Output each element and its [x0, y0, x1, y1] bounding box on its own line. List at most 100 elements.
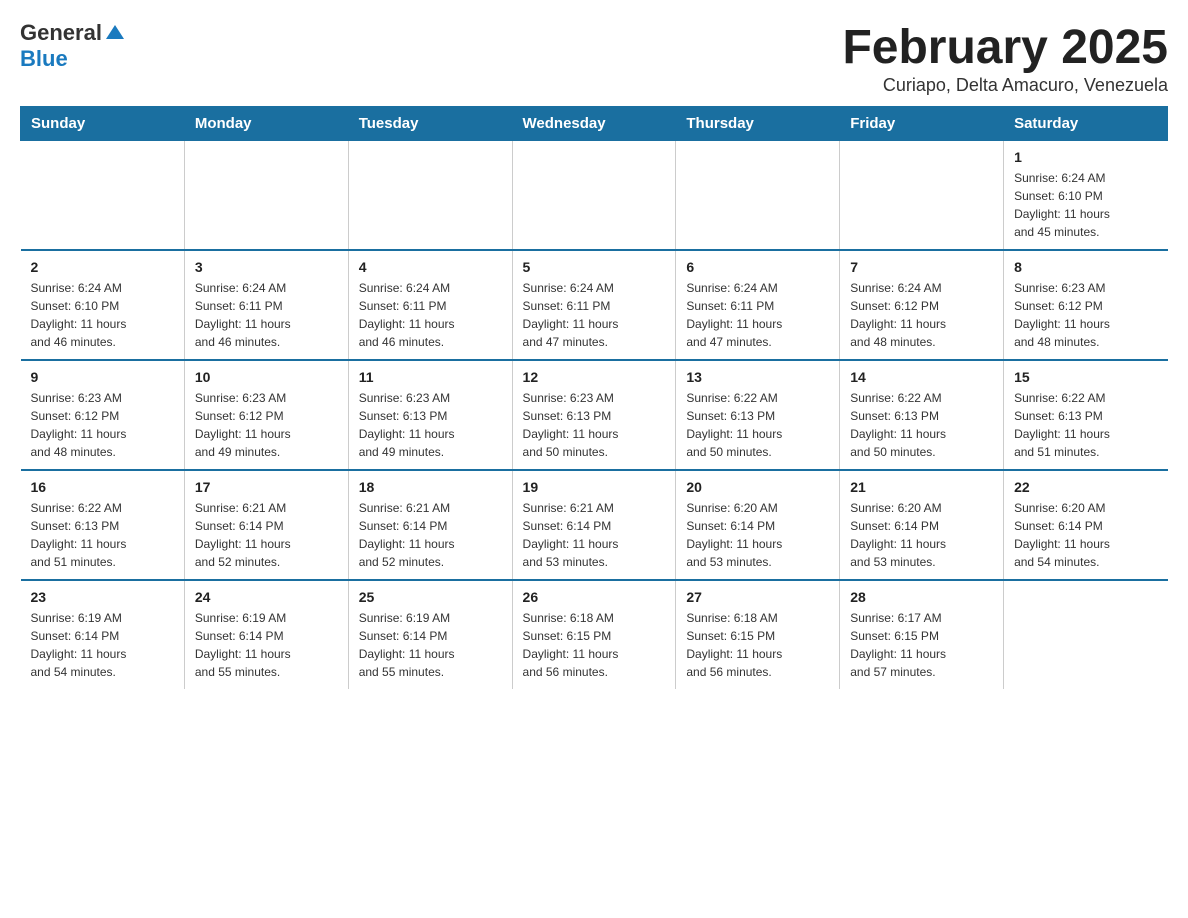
day-number: 13: [686, 369, 829, 385]
day-number: 17: [195, 479, 338, 495]
day-info: Sunrise: 6:24 AM Sunset: 6:10 PM Dayligh…: [1014, 169, 1157, 241]
header-day-sunday: Sunday: [21, 107, 185, 141]
day-info: Sunrise: 6:20 AM Sunset: 6:14 PM Dayligh…: [850, 499, 993, 571]
title-block: February 2025 Curiapo, Delta Amacuro, Ve…: [842, 20, 1168, 96]
day-cell-5-2: 24Sunrise: 6:19 AM Sunset: 6:14 PM Dayli…: [184, 580, 348, 689]
day-cell-2-7: 8Sunrise: 6:23 AM Sunset: 6:12 PM Daylig…: [1004, 250, 1168, 360]
header-day-wednesday: Wednesday: [512, 107, 676, 141]
day-cell-5-5: 27 Sunrise: 6:18 AM Sunset: 6:15 PM Dayli…: [676, 580, 840, 689]
calendar-body: 1 Sunrise: 6:24 AM Sunset: 6:10 PM Daylig…: [21, 141, 1168, 690]
week-row-4: 16 Sunrise: 6:22 AM Sunset: 6:13 PM Dayli…: [21, 470, 1168, 580]
day-number: 28: [850, 589, 993, 605]
day-number: 6: [686, 259, 829, 275]
day-cell-2-1: 2 Sunrise: 6:24 AM Sunset: 6:10 PM Daylig…: [21, 250, 185, 360]
day-cell-2-6: 7 Sunrise: 6:24 AM Sunset: 6:12 PM Daylig…: [840, 250, 1004, 360]
day-number: 11: [359, 369, 502, 385]
day-info: Sunrise: 6:22 AM Sunset: 6:13 PM Dayligh…: [686, 389, 829, 461]
header-day-monday: Monday: [184, 107, 348, 141]
day-info: Sunrise: 6:23 AM Sunset: 6:12 PM Dayligh…: [31, 389, 174, 461]
day-info: Sunrise: 6:18 AM Sunset: 6:15 PM Dayligh…: [523, 609, 666, 681]
day-cell-5-3: 25Sunrise: 6:19 AM Sunset: 6:14 PM Dayli…: [348, 580, 512, 689]
day-number: 15: [1014, 369, 1157, 385]
day-number: 16: [31, 479, 174, 495]
day-cell-1-4: [512, 141, 676, 251]
day-info: Sunrise: 6:24 AM Sunset: 6:11 PM Dayligh…: [195, 279, 338, 351]
logo-triangle-icon: [106, 25, 124, 39]
day-info: Sunrise: 6:20 AM Sunset: 6:14 PM Dayligh…: [1014, 499, 1157, 571]
day-number: 14: [850, 369, 993, 385]
day-info: Sunrise: 6:19 AM Sunset: 6:14 PM Dayligh…: [359, 609, 502, 681]
logo-general-text: General: [20, 20, 102, 46]
day-number: 27: [686, 589, 829, 605]
header-day-thursday: Thursday: [676, 107, 840, 141]
day-info: Sunrise: 6:22 AM Sunset: 6:13 PM Dayligh…: [31, 499, 174, 571]
day-info: Sunrise: 6:20 AM Sunset: 6:14 PM Dayligh…: [686, 499, 829, 571]
day-info: Sunrise: 6:24 AM Sunset: 6:11 PM Dayligh…: [523, 279, 666, 351]
day-cell-2-2: 3 Sunrise: 6:24 AM Sunset: 6:11 PM Daylig…: [184, 250, 348, 360]
day-info: Sunrise: 6:24 AM Sunset: 6:12 PM Dayligh…: [850, 279, 993, 351]
day-cell-5-7: [1004, 580, 1168, 689]
day-cell-1-1: [21, 141, 185, 251]
logo: General Blue: [20, 20, 124, 72]
day-cell-4-1: 16 Sunrise: 6:22 AM Sunset: 6:13 PM Dayli…: [21, 470, 185, 580]
day-cell-3-5: 13 Sunrise: 6:22 AM Sunset: 6:13 PM Dayli…: [676, 360, 840, 470]
day-cell-3-1: 9 Sunrise: 6:23 AM Sunset: 6:12 PM Daylig…: [21, 360, 185, 470]
day-number: 21: [850, 479, 993, 495]
header-day-saturday: Saturday: [1004, 107, 1168, 141]
day-cell-1-2: [184, 141, 348, 251]
day-number: 1: [1014, 149, 1157, 165]
day-info: Sunrise: 6:21 AM Sunset: 6:14 PM Dayligh…: [195, 499, 338, 571]
day-number: 20: [686, 479, 829, 495]
day-cell-3-6: 14 Sunrise: 6:22 AM Sunset: 6:13 PM Dayli…: [840, 360, 1004, 470]
page-header: General Blue February 2025 Curiapo, Delt…: [20, 20, 1168, 96]
day-cell-3-4: 12Sunrise: 6:23 AM Sunset: 6:13 PM Dayli…: [512, 360, 676, 470]
day-number: 10: [195, 369, 338, 385]
day-number: 18: [359, 479, 502, 495]
day-info: Sunrise: 6:24 AM Sunset: 6:11 PM Dayligh…: [359, 279, 502, 351]
day-cell-1-7: 1 Sunrise: 6:24 AM Sunset: 6:10 PM Daylig…: [1004, 141, 1168, 251]
day-info: Sunrise: 6:19 AM Sunset: 6:14 PM Dayligh…: [31, 609, 174, 681]
day-number: 22: [1014, 479, 1157, 495]
day-cell-2-5: 6 Sunrise: 6:24 AM Sunset: 6:11 PM Daylig…: [676, 250, 840, 360]
day-cell-5-6: 28 Sunrise: 6:17 AM Sunset: 6:15 PM Dayli…: [840, 580, 1004, 689]
day-cell-4-2: 17 Sunrise: 6:21 AM Sunset: 6:14 PM Dayli…: [184, 470, 348, 580]
header-row: SundayMondayTuesdayWednesdayThursdayFrid…: [21, 107, 1168, 141]
calendar-table: SundayMondayTuesdayWednesdayThursdayFrid…: [20, 106, 1168, 689]
day-info: Sunrise: 6:24 AM Sunset: 6:10 PM Dayligh…: [31, 279, 174, 351]
calendar-subtitle: Curiapo, Delta Amacuro, Venezuela: [842, 75, 1168, 96]
day-info: Sunrise: 6:17 AM Sunset: 6:15 PM Dayligh…: [850, 609, 993, 681]
calendar-title: February 2025: [842, 20, 1168, 75]
calendar-header: SundayMondayTuesdayWednesdayThursdayFrid…: [21, 107, 1168, 141]
day-cell-5-1: 23Sunrise: 6:19 AM Sunset: 6:14 PM Dayli…: [21, 580, 185, 689]
header-day-tuesday: Tuesday: [348, 107, 512, 141]
week-row-5: 23Sunrise: 6:19 AM Sunset: 6:14 PM Dayli…: [21, 580, 1168, 689]
week-row-2: 2 Sunrise: 6:24 AM Sunset: 6:10 PM Daylig…: [21, 250, 1168, 360]
day-cell-3-2: 10 Sunrise: 6:23 AM Sunset: 6:12 PM Dayli…: [184, 360, 348, 470]
day-info: Sunrise: 6:18 AM Sunset: 6:15 PM Dayligh…: [686, 609, 829, 681]
day-info: Sunrise: 6:22 AM Sunset: 6:13 PM Dayligh…: [1014, 389, 1157, 461]
day-cell-4-7: 22 Sunrise: 6:20 AM Sunset: 6:14 PM Dayli…: [1004, 470, 1168, 580]
day-info: Sunrise: 6:24 AM Sunset: 6:11 PM Dayligh…: [686, 279, 829, 351]
day-info: Sunrise: 6:23 AM Sunset: 6:13 PM Dayligh…: [359, 389, 502, 461]
day-cell-4-5: 20 Sunrise: 6:20 AM Sunset: 6:14 PM Dayli…: [676, 470, 840, 580]
day-number: 7: [850, 259, 993, 275]
day-number: 26: [523, 589, 666, 605]
day-cell-3-7: 15 Sunrise: 6:22 AM Sunset: 6:13 PM Dayli…: [1004, 360, 1168, 470]
day-number: 9: [31, 369, 174, 385]
day-cell-2-3: 4 Sunrise: 6:24 AM Sunset: 6:11 PM Daylig…: [348, 250, 512, 360]
day-number: 3: [195, 259, 338, 275]
day-number: 12: [523, 369, 666, 385]
day-cell-4-4: 19Sunrise: 6:21 AM Sunset: 6:14 PM Dayli…: [512, 470, 676, 580]
day-number: 4: [359, 259, 502, 275]
day-info: Sunrise: 6:21 AM Sunset: 6:14 PM Dayligh…: [359, 499, 502, 571]
day-number: 2: [31, 259, 174, 275]
day-info: Sunrise: 6:23 AM Sunset: 6:12 PM Dayligh…: [195, 389, 338, 461]
day-number: 5: [523, 259, 666, 275]
day-cell-1-3: [348, 141, 512, 251]
day-number: 24: [195, 589, 338, 605]
day-cell-4-3: 18 Sunrise: 6:21 AM Sunset: 6:14 PM Dayli…: [348, 470, 512, 580]
day-cell-2-4: 5 Sunrise: 6:24 AM Sunset: 6:11 PM Daylig…: [512, 250, 676, 360]
header-day-friday: Friday: [840, 107, 1004, 141]
day-info: Sunrise: 6:22 AM Sunset: 6:13 PM Dayligh…: [850, 389, 993, 461]
day-number: 19: [523, 479, 666, 495]
